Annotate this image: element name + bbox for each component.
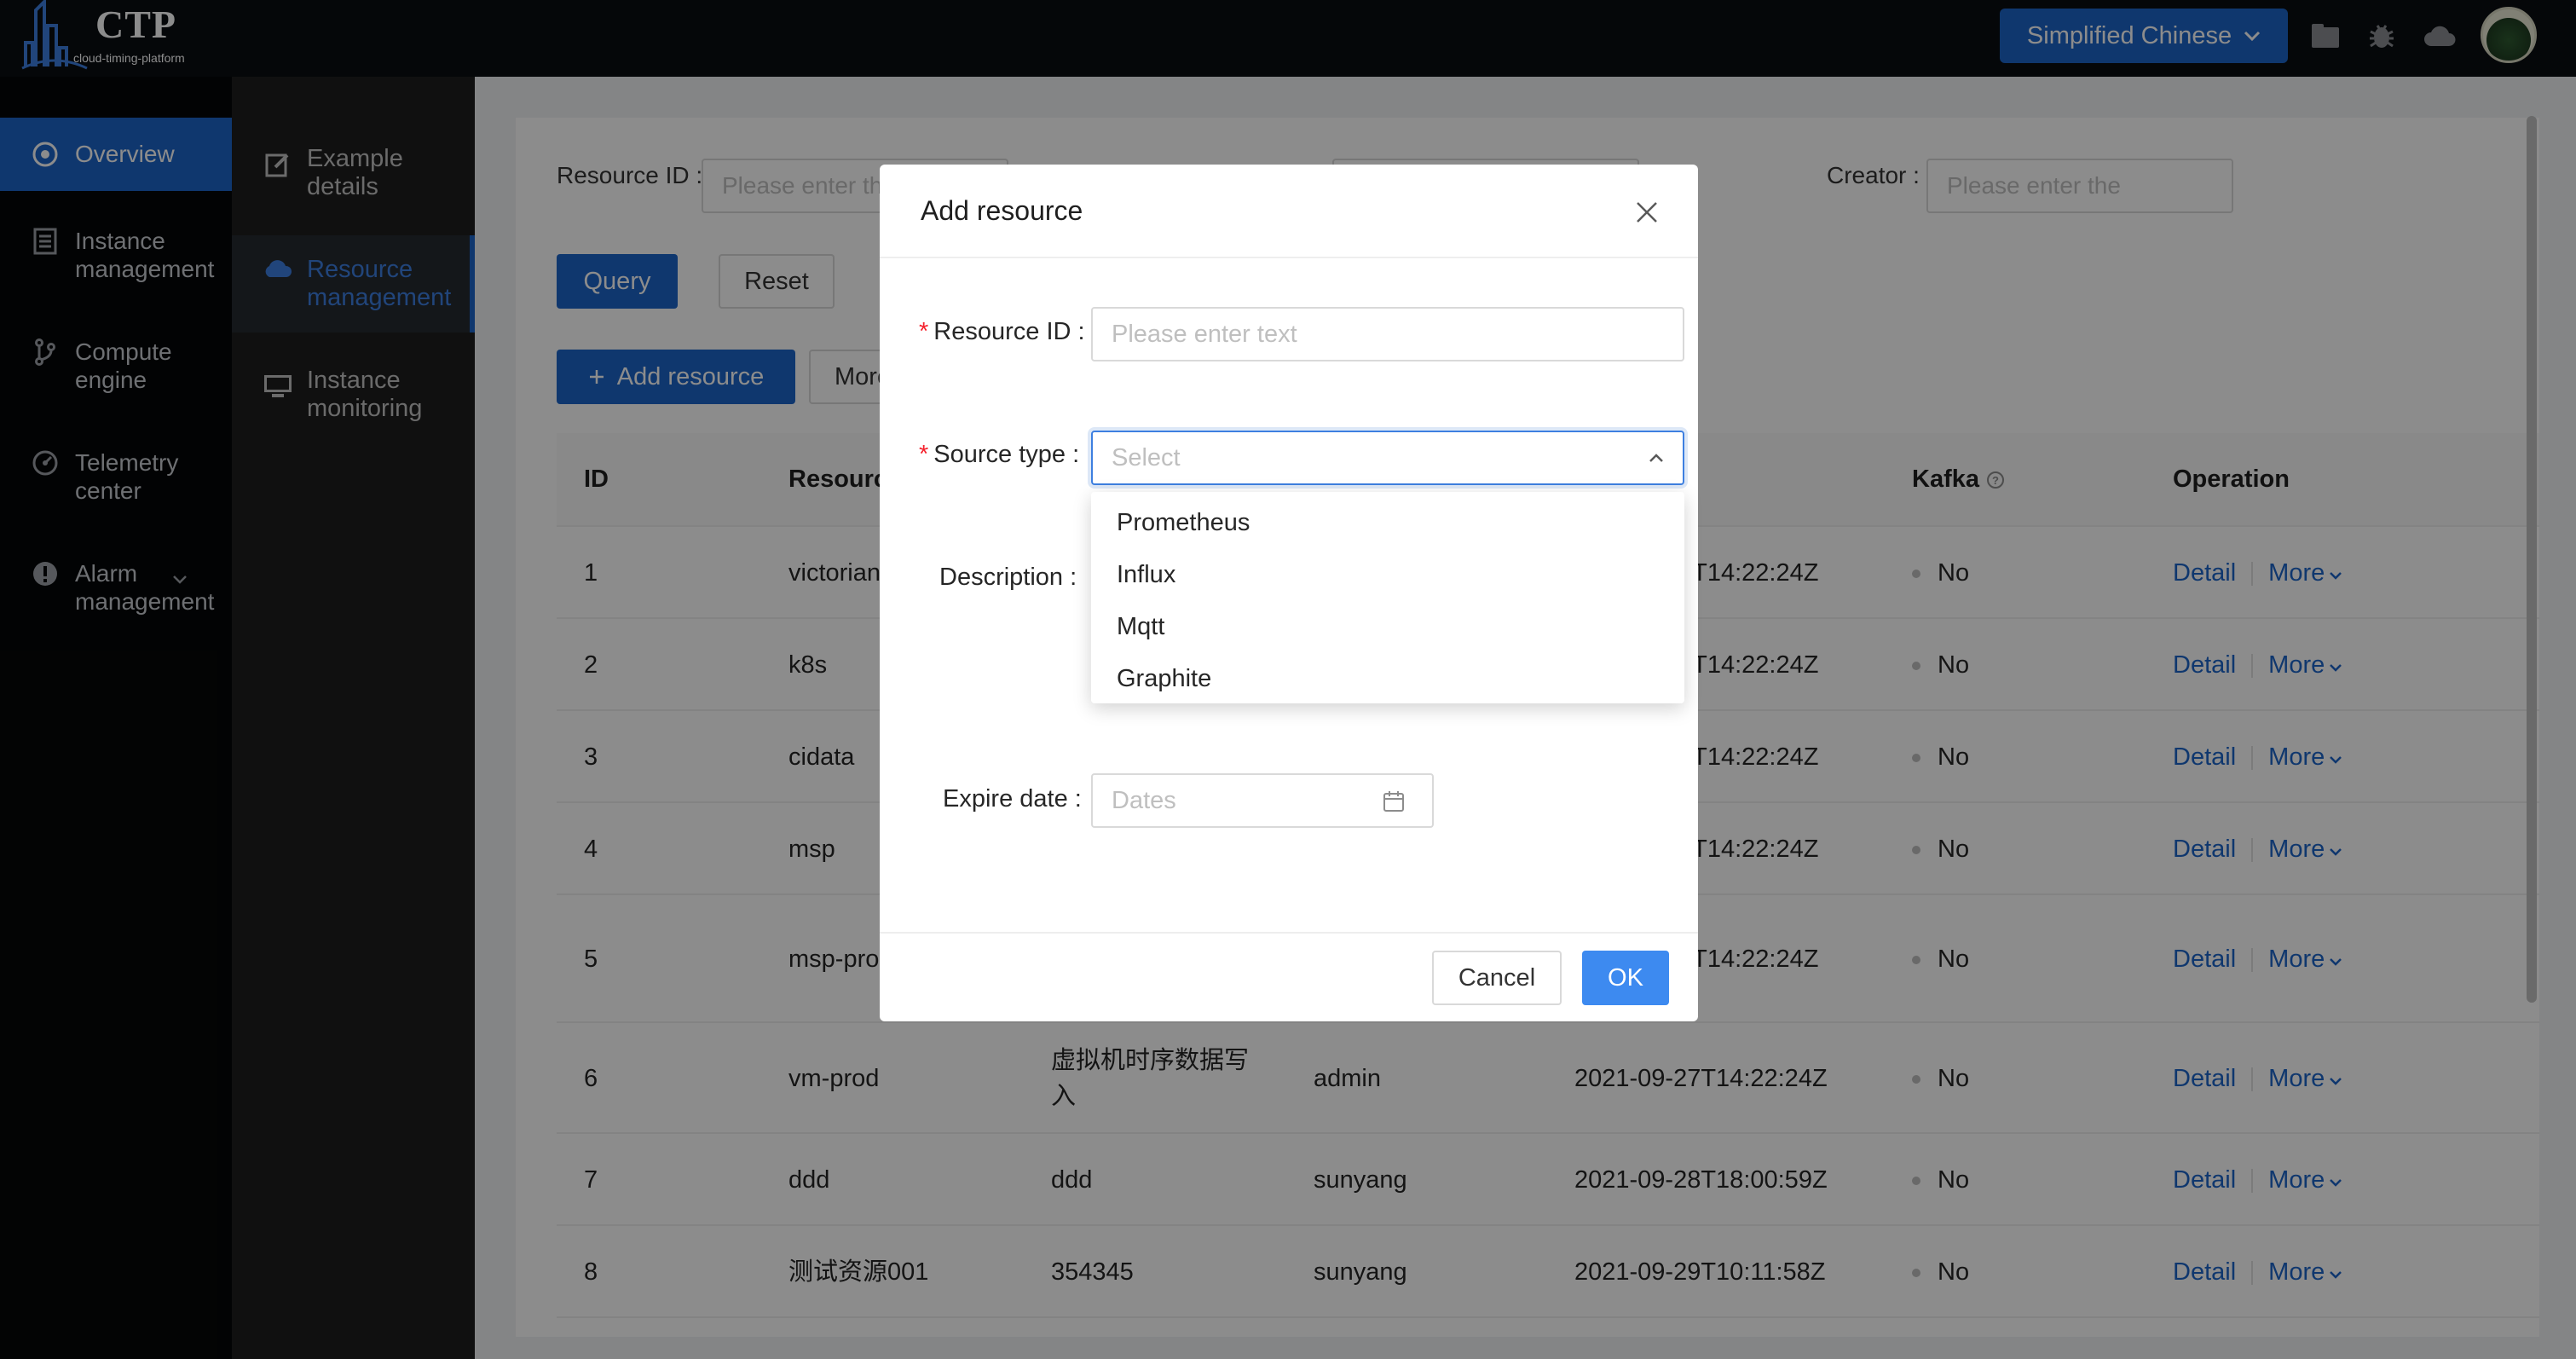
expire-date-label: Expire date :	[943, 785, 1082, 813]
option-graphite[interactable]: Graphite	[1117, 665, 1211, 693]
source-type-placeholder: Select	[1112, 443, 1181, 471]
resource-id-label-text: Resource ID	[933, 318, 1071, 345]
required-mark: *	[919, 441, 929, 468]
required-mark: *	[919, 318, 929, 345]
option-mqtt[interactable]: Mqtt	[1117, 613, 1164, 641]
source-type-label: * Source type :	[919, 441, 1080, 468]
expire-date-label-text: Expire date	[943, 785, 1068, 813]
expire-date-placeholder: Dates	[1112, 786, 1176, 814]
option-influx[interactable]: Influx	[1117, 561, 1175, 589]
ok-button[interactable]: OK	[1582, 951, 1669, 1005]
close-icon[interactable]	[1630, 195, 1664, 229]
modal-title: Add resource	[921, 195, 1083, 226]
add-resource-modal: Add resource * Resource ID : Please enter…	[880, 165, 1698, 1021]
modal-header: Add resource	[880, 165, 1698, 258]
cancel-button[interactable]: Cancel	[1432, 951, 1562, 1005]
description-label: Description :	[939, 564, 1077, 591]
description-label-text: Description	[939, 564, 1064, 591]
resource-id-label: * Resource ID :	[919, 318, 1085, 345]
resource-id-input[interactable]: Please enter text	[1091, 307, 1684, 361]
modal-footer: Cancel OK	[880, 932, 1698, 1021]
calendar-icon	[1383, 791, 1404, 812]
expire-date-picker[interactable]: Dates	[1091, 773, 1434, 828]
source-type-dropdown: Prometheus Influx Mqtt Graphite	[1091, 492, 1684, 703]
source-type-label-text: Source type	[933, 441, 1066, 468]
source-type-select[interactable]: Select	[1091, 431, 1684, 485]
chevron-up-icon	[1649, 454, 1663, 462]
option-prometheus[interactable]: Prometheus	[1117, 509, 1250, 537]
